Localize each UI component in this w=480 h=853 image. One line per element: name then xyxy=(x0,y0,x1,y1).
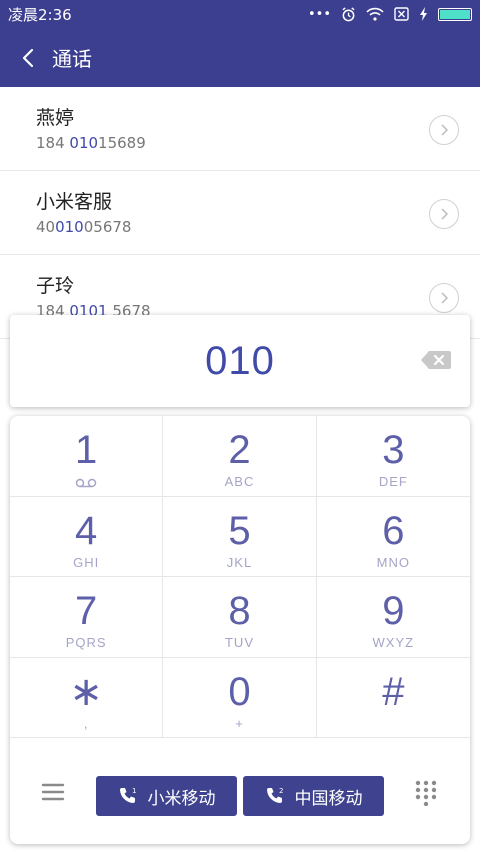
no-sim-icon xyxy=(394,7,409,21)
call-sim1-button[interactable]: 1 小米移动 xyxy=(96,776,237,816)
menu-icon[interactable] xyxy=(41,782,65,802)
action-row: 1 小米移动 2 中国移动 xyxy=(10,738,470,844)
key-9[interactable]: 9 WXYZ xyxy=(316,577,470,658)
key-6[interactable]: 6 MNO xyxy=(316,497,470,577)
wifi-icon xyxy=(366,7,384,21)
keypad-grid: 1 2 ABC 3 DEF 4 GHI 5 JKL 6 MNO 7 PQRS 8 xyxy=(10,416,470,738)
status-icons: ••• xyxy=(308,7,472,22)
key-7[interactable]: 7 PQRS xyxy=(10,577,164,658)
contact-number: 184 01015689 xyxy=(36,134,146,152)
contact-detail-button[interactable] xyxy=(429,199,459,229)
alarm-icon xyxy=(342,6,355,21)
contact-item[interactable]: 小米客服 4001005678 xyxy=(0,171,480,255)
key-star[interactable]: ∗ , xyxy=(10,657,164,738)
contact-detail-button[interactable] xyxy=(429,283,459,313)
chevron-right-icon xyxy=(441,208,448,220)
page-title: 通话 xyxy=(52,47,92,71)
contact-number: 4001005678 xyxy=(36,218,132,236)
contact-detail-button[interactable] xyxy=(429,115,459,145)
sim1-label: 小米移动 xyxy=(147,788,216,809)
key-hash[interactable]: # xyxy=(316,658,470,738)
key-2[interactable]: 2 ABC xyxy=(163,416,317,497)
more-dots-icon: ••• xyxy=(307,6,331,22)
voicemail-icon xyxy=(75,478,97,488)
svg-text:2: 2 xyxy=(279,787,283,795)
contact-item[interactable]: 燕婷 184 01015689 xyxy=(0,87,480,171)
app-bar: 通话 xyxy=(0,28,480,87)
status-bar: 凌晨2:36 ••• xyxy=(0,0,480,28)
chevron-right-icon xyxy=(441,292,448,304)
contact-name: 燕婷 xyxy=(36,107,75,129)
key-3[interactable]: 3 DEF xyxy=(316,416,470,497)
back-button[interactable] xyxy=(0,28,56,87)
key-4[interactable]: 4 GHI xyxy=(10,496,164,577)
contact-name: 小米客服 xyxy=(36,191,113,213)
dialed-number-display: 010 xyxy=(10,315,470,407)
back-arrow-icon xyxy=(22,48,34,67)
dial-pad: 1 2 ABC 3 DEF 4 GHI 5 JKL 6 MNO 7 PQRS 8 xyxy=(10,416,470,844)
dialpad-grid-icon[interactable] xyxy=(414,780,438,806)
key-8[interactable]: 8 TUV xyxy=(163,577,317,658)
call-sim2-button[interactable]: 2 中国移动 xyxy=(243,776,384,816)
charging-icon xyxy=(420,7,427,21)
svg-text:1: 1 xyxy=(132,787,136,795)
key-5[interactable]: 5 JKL xyxy=(163,496,317,577)
chevron-right-icon xyxy=(441,124,448,136)
status-time: 凌晨2:36 xyxy=(8,5,72,24)
contact-list: 燕婷 184 01015689 小米客服 4001005678 子玲 184 0… xyxy=(0,87,480,339)
battery-icon xyxy=(438,7,472,21)
phone-sim1-icon: 1 xyxy=(119,787,136,803)
dialed-number: 010 xyxy=(205,338,275,383)
sim2-label: 中国移动 xyxy=(294,788,363,809)
backspace-icon[interactable] xyxy=(420,348,452,372)
key-1[interactable]: 1 xyxy=(10,416,164,497)
key-0[interactable]: 0 + xyxy=(163,657,317,738)
phone-sim2-icon: 2 xyxy=(266,787,283,803)
contact-name: 子玲 xyxy=(36,275,75,297)
